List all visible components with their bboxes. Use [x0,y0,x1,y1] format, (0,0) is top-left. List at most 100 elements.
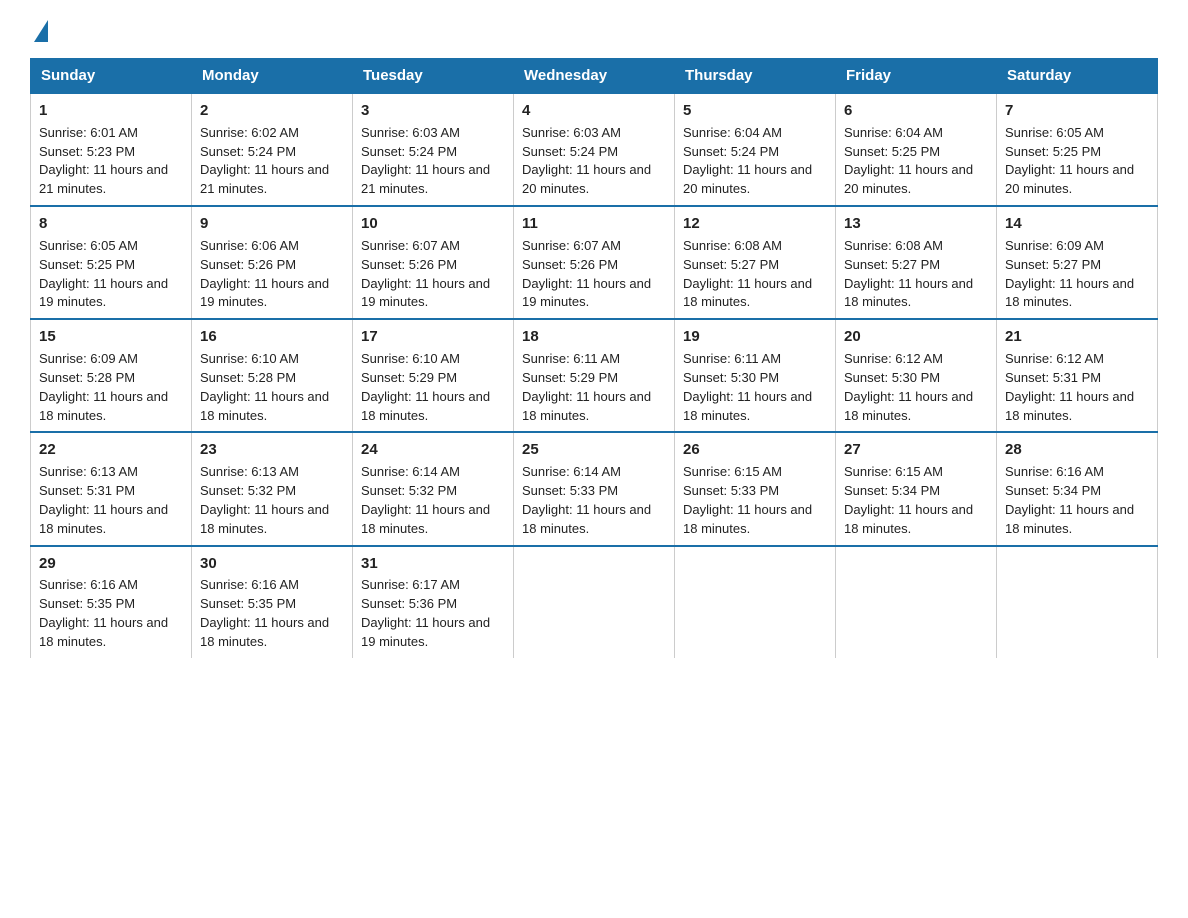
sunrise-text: Sunrise: 6:13 AM [200,464,299,479]
day-number: 20 [844,326,988,348]
calendar-cell: 12Sunrise: 6:08 AMSunset: 5:27 PMDayligh… [675,206,836,319]
sunrise-text: Sunrise: 6:07 AM [522,238,621,253]
calendar-cell: 26Sunrise: 6:15 AMSunset: 5:33 PMDayligh… [675,432,836,545]
daylight-text: Daylight: 11 hours and 18 minutes. [683,276,812,310]
calendar-cell: 20Sunrise: 6:12 AMSunset: 5:30 PMDayligh… [836,319,997,432]
sunrise-text: Sunrise: 6:03 AM [361,125,460,140]
logo [30,20,48,38]
day-number: 6 [844,100,988,122]
calendar-week-row: 29 Sunrise: 6:16 AM Sunset: 5:35 PM Dayligh… [31,546,1158,658]
calendar-cell: 16Sunrise: 6:10 AMSunset: 5:28 PMDayligh… [192,319,353,432]
calendar-cell: 18Sunrise: 6:11 AMSunset: 5:29 PMDayligh… [514,319,675,432]
calendar-cell: 13Sunrise: 6:08 AMSunset: 5:27 PMDayligh… [836,206,997,319]
sunset-text: Sunset: 5:35 PM [200,596,296,611]
daylight-text: Daylight: 11 hours and 18 minutes. [361,389,490,423]
sunrise-text: Sunrise: 6:12 AM [1005,351,1104,366]
calendar-cell [997,546,1158,658]
calendar-cell: 8Sunrise: 6:05 AMSunset: 5:25 PMDaylight… [31,206,192,319]
calendar-cell: 9Sunrise: 6:06 AMSunset: 5:26 PMDaylight… [192,206,353,319]
sunset-text: Sunset: 5:26 PM [200,257,296,272]
sunrise-text: Sunrise: 6:05 AM [1005,125,1104,140]
sunset-text: Sunset: 5:27 PM [683,257,779,272]
sunset-text: Sunset: 5:30 PM [844,370,940,385]
daylight-text: Daylight: 11 hours and 18 minutes. [200,615,329,649]
sunset-text: Sunset: 5:25 PM [1005,144,1101,159]
sunrise-text: Sunrise: 6:15 AM [844,464,943,479]
sunset-text: Sunset: 5:25 PM [39,257,135,272]
day-number: 22 [39,439,183,461]
calendar-cell: 25Sunrise: 6:14 AMSunset: 5:33 PMDayligh… [514,432,675,545]
daylight-text: Daylight: 11 hours and 21 minutes. [39,162,168,196]
calendar-cell: 22Sunrise: 6:13 AMSunset: 5:31 PMDayligh… [31,432,192,545]
calendar-cell: 24Sunrise: 6:14 AMSunset: 5:32 PMDayligh… [353,432,514,545]
calendar-cell: 19Sunrise: 6:11 AMSunset: 5:30 PMDayligh… [675,319,836,432]
column-header-sunday: Sunday [31,59,192,94]
sunrise-text: Sunrise: 6:09 AM [1005,238,1104,253]
daylight-text: Daylight: 11 hours and 21 minutes. [200,162,329,196]
calendar-cell: 27Sunrise: 6:15 AMSunset: 5:34 PMDayligh… [836,432,997,545]
column-header-saturday: Saturday [997,59,1158,94]
sunset-text: Sunset: 5:36 PM [361,596,457,611]
daylight-text: Daylight: 11 hours and 19 minutes. [361,276,490,310]
day-number: 21 [1005,326,1149,348]
calendar-cell: 23Sunrise: 6:13 AMSunset: 5:32 PMDayligh… [192,432,353,545]
daylight-text: Daylight: 11 hours and 19 minutes. [361,615,490,649]
day-number: 18 [522,326,666,348]
sunrise-text: Sunrise: 6:14 AM [522,464,621,479]
calendar-week-row: 8Sunrise: 6:05 AMSunset: 5:25 PMDaylight… [31,206,1158,319]
column-header-monday: Monday [192,59,353,94]
day-number: 15 [39,326,183,348]
sunrise-text: Sunrise: 6:14 AM [361,464,460,479]
calendar-cell: 31Sunrise: 6:17 AMSunset: 5:36 PMDayligh… [353,546,514,658]
sunset-text: Sunset: 5:28 PM [200,370,296,385]
daylight-text: Daylight: 11 hours and 18 minutes. [200,389,329,423]
day-number: 17 [361,326,505,348]
calendar-cell: 11Sunrise: 6:07 AMSunset: 5:26 PMDayligh… [514,206,675,319]
column-header-tuesday: Tuesday [353,59,514,94]
sunrise-text: Sunrise: 6:09 AM [39,351,138,366]
sunrise-text: Sunrise: 6:11 AM [683,351,781,366]
sunrise-text: Sunrise: 6:04 AM [683,125,782,140]
calendar-cell: 14Sunrise: 6:09 AMSunset: 5:27 PMDayligh… [997,206,1158,319]
sunset-text: Sunset: 5:24 PM [683,144,779,159]
sunrise-text: Sunrise: 6:17 AM [361,577,460,592]
calendar-cell: 1Sunrise: 6:01 AMSunset: 5:23 PMDaylight… [31,93,192,206]
sunrise-text: Sunrise: 6:12 AM [844,351,943,366]
sunset-text: Sunset: 5:35 PM [39,596,135,611]
day-number: 25 [522,439,666,461]
calendar-week-row: 1Sunrise: 6:01 AMSunset: 5:23 PMDaylight… [31,93,1158,206]
daylight-text: Daylight: 11 hours and 19 minutes. [39,276,168,310]
day-number: 29 [39,553,183,575]
day-number: 1 [39,100,183,122]
sunrise-text: Sunrise: 6:01 AM [39,125,138,140]
sunrise-text: Sunrise: 6:05 AM [39,238,138,253]
calendar-cell [675,546,836,658]
sunrise-text: Sunrise: 6:06 AM [200,238,299,253]
day-number: 10 [361,213,505,235]
day-number: 23 [200,439,344,461]
calendar-cell [514,546,675,658]
daylight-text: Daylight: 11 hours and 18 minutes. [39,502,168,536]
daylight-text: Daylight: 11 hours and 18 minutes. [844,276,973,310]
sunset-text: Sunset: 5:24 PM [361,144,457,159]
calendar-cell: 17Sunrise: 6:10 AMSunset: 5:29 PMDayligh… [353,319,514,432]
sunrise-text: Sunrise: 6:16 AM [39,577,138,592]
column-header-wednesday: Wednesday [514,59,675,94]
sunrise-text: Sunrise: 6:16 AM [1005,464,1104,479]
calendar-cell: 4Sunrise: 6:03 AMSunset: 5:24 PMDaylight… [514,93,675,206]
sunrise-text: Sunrise: 6:10 AM [200,351,299,366]
sunrise-text: Sunrise: 6:15 AM [683,464,782,479]
logo-triangle-icon [34,20,48,42]
daylight-text: Daylight: 11 hours and 18 minutes. [522,389,651,423]
sunset-text: Sunset: 5:28 PM [39,370,135,385]
sunset-text: Sunset: 5:30 PM [683,370,779,385]
daylight-text: Daylight: 11 hours and 18 minutes. [39,389,168,423]
sunrise-text: Sunrise: 6:13 AM [39,464,138,479]
calendar-cell [836,546,997,658]
calendar-cell: 6Sunrise: 6:04 AMSunset: 5:25 PMDaylight… [836,93,997,206]
daylight-text: Daylight: 11 hours and 21 minutes. [361,162,490,196]
sunrise-text: Sunrise: 6:08 AM [683,238,782,253]
daylight-text: Daylight: 11 hours and 18 minutes. [200,502,329,536]
daylight-text: Daylight: 11 hours and 18 minutes. [844,502,973,536]
sunrise-text: Sunrise: 6:08 AM [844,238,943,253]
